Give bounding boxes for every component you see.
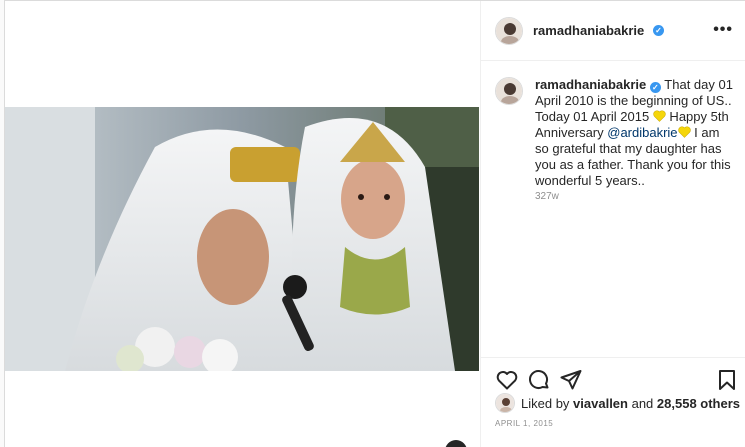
avatar[interactable]	[495, 17, 523, 45]
post-media	[5, 1, 479, 447]
more-horizontal-icon[interactable]: •••	[713, 21, 733, 39]
wedding-photo[interactable]	[5, 107, 479, 371]
post-date[interactable]: APRIL 1, 2015	[495, 419, 553, 428]
bookmark-icon[interactable]	[715, 368, 739, 392]
caption-verified-badge-icon: ✓	[649, 82, 661, 93]
caption-username[interactable]: ramadhaniabakrie	[535, 77, 646, 92]
yellow-heart-icon	[677, 126, 691, 138]
likes-text: Liked by viavallen and 28,558 others	[521, 396, 740, 411]
liker-avatar-image	[496, 394, 514, 412]
liker-avatar[interactable]	[495, 393, 515, 413]
comment-icon[interactable]	[527, 368, 551, 392]
caption-avatar[interactable]	[495, 77, 523, 105]
wedding-photo-illustration	[5, 107, 479, 371]
post-username[interactable]: ramadhaniabakrie	[533, 23, 644, 38]
verified-badge-icon: ✓	[653, 25, 664, 36]
first-liker-link[interactable]: viavallen	[573, 396, 628, 411]
caption-age[interactable]: 327w	[535, 191, 559, 202]
post-sidebar: ramadhaniabakrie ✓ ••• ramadhaniabakrie …	[480, 1, 745, 447]
instagram-post: ramadhaniabakrie ✓ ••• ramadhaniabakrie …	[4, 0, 745, 447]
post-caption: ramadhaniabakrie ✓ That day 01 April 201…	[535, 77, 735, 189]
likes-prefix: Liked by	[521, 396, 574, 411]
mention-link[interactable]: @ardibakrie	[607, 125, 677, 140]
heart-outline-icon[interactable]	[495, 368, 519, 392]
post-header: ramadhaniabakrie ✓ •••	[481, 1, 745, 61]
others-link[interactable]: 28,558 others	[657, 396, 740, 411]
post-actions	[481, 357, 745, 397]
audio-toggle-icon[interactable]	[445, 440, 467, 447]
caption-avatar-image	[496, 78, 522, 104]
yellow-heart-icon	[653, 110, 666, 122]
paper-plane-icon[interactable]	[559, 368, 583, 392]
avatar-image	[496, 18, 522, 44]
likes-and: and	[627, 396, 657, 411]
